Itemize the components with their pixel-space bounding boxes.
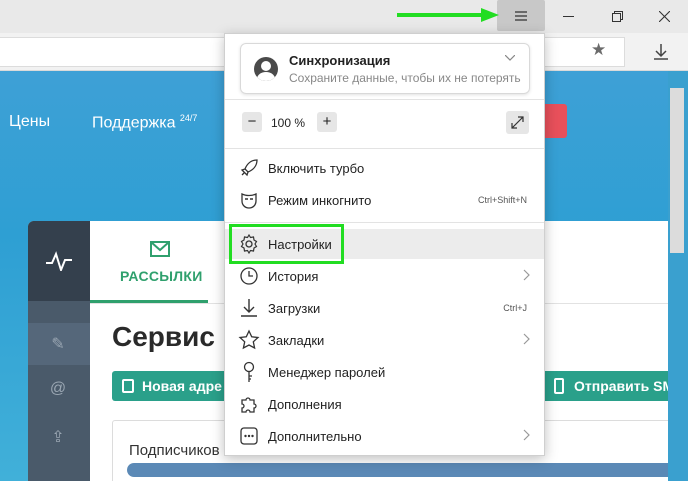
subscribers-bar (127, 463, 668, 477)
send-sms-label: Отправить SM (574, 378, 668, 394)
browser-menu-button[interactable] (497, 0, 545, 31)
close-button[interactable] (641, 0, 688, 33)
rocket-icon (240, 159, 258, 177)
menu-item-label: Загрузки (268, 301, 321, 316)
menu-divider (225, 222, 544, 223)
shortcut-label: Ctrl+Shift+N (477, 195, 527, 205)
zoom-out-button[interactable]: − (242, 112, 262, 132)
nav-link-prices[interactable]: Цены (9, 113, 50, 131)
menu-item-password-manager[interactable]: Менеджер паролей (225, 357, 544, 387)
sync-card[interactable]: Синхронизация Сохраните данные, чтобы их… (240, 43, 530, 94)
envelope-icon (150, 241, 170, 257)
page-title: Сервис (112, 321, 215, 352)
clock-icon (240, 267, 258, 285)
new-address-button[interactable]: Новая адре (112, 371, 232, 401)
minimize-icon (563, 16, 574, 17)
menu-item-label: История (268, 269, 319, 284)
menu-item-label: Дополнительно (268, 429, 362, 444)
app-sidebar-header (28, 221, 90, 301)
upload-icon[interactable]: ⇪ (47, 427, 69, 449)
star-icon (238, 329, 260, 350)
expand-icon (511, 116, 524, 129)
chevron-right-icon (523, 333, 530, 345)
address-book-icon (122, 379, 134, 393)
edit-icon[interactable]: ✎ (47, 334, 69, 356)
more-icon (240, 427, 258, 445)
page-scrollbar-thumb[interactable] (670, 88, 684, 253)
restore-button[interactable] (594, 0, 641, 33)
chevron-right-icon (523, 429, 530, 441)
zoom-level: 100 % (271, 116, 306, 130)
chevron-down-icon (505, 55, 515, 61)
sync-title: Синхронизация (289, 53, 391, 68)
menu-divider (225, 148, 544, 149)
hamburger-icon (515, 10, 527, 21)
key-icon (243, 361, 255, 382)
menu-item-label: Режим инкогнито (268, 193, 372, 208)
settings-highlight-annotation (229, 224, 344, 264)
menu-item-addons[interactable]: Дополнения (225, 389, 544, 419)
sync-subtitle: Сохраните данные, чтобы их не потерять (289, 71, 521, 85)
menu-item-bookmarks[interactable]: Закладки (225, 325, 544, 355)
puzzle-icon (241, 397, 257, 413)
nav-support-badge: 24/7 (179, 113, 198, 123)
green-arrow-annotation (397, 8, 499, 22)
nav-support-label: Поддержка (92, 114, 176, 132)
menu-item-more[interactable]: Дополнительно (225, 421, 544, 451)
menu-item-incognito[interactable]: Режим инкогнито Ctrl+Shift+N (225, 185, 544, 215)
send-sms-button[interactable]: Отправить SM (544, 371, 668, 401)
bookmark-star-icon[interactable]: ★ (591, 40, 606, 60)
subscribers-label: Подписчиков (129, 442, 220, 459)
menu-item-turbo[interactable]: Включить турбо (225, 153, 544, 183)
fullscreen-button[interactable] (506, 111, 529, 134)
minimize-button[interactable] (545, 0, 592, 33)
chevron-right-icon (523, 269, 530, 281)
avatar (254, 57, 278, 81)
menu-item-label: Включить турбо (268, 161, 365, 176)
tab-mailings[interactable] (90, 221, 208, 303)
menu-item-downloads[interactable]: Загрузки Ctrl+J (225, 293, 544, 323)
nav-link-support[interactable]: Поддержка 24/7 (92, 113, 197, 132)
close-icon (659, 11, 670, 22)
new-address-label: Новая адре (142, 378, 222, 394)
menu-item-label: Закладки (268, 333, 325, 348)
zoom-in-button[interactable]: + (317, 112, 337, 132)
phone-icon (554, 378, 564, 394)
menu-divider (225, 99, 544, 100)
menu-item-label: Дополнения (268, 397, 342, 412)
pulse-logo-icon (46, 251, 72, 271)
incognito-icon (241, 192, 257, 209)
menu-item-history[interactable]: История (225, 261, 544, 291)
shortcut-label: Ctrl+J (503, 303, 527, 313)
tab-mailings-label: РАССЫЛКИ (120, 268, 203, 284)
download-icon (241, 299, 257, 317)
menu-item-label: Менеджер паролей (268, 365, 386, 380)
download-icon[interactable] (650, 41, 672, 63)
restore-icon (612, 11, 623, 22)
at-sign-icon[interactable]: @ (47, 380, 69, 402)
